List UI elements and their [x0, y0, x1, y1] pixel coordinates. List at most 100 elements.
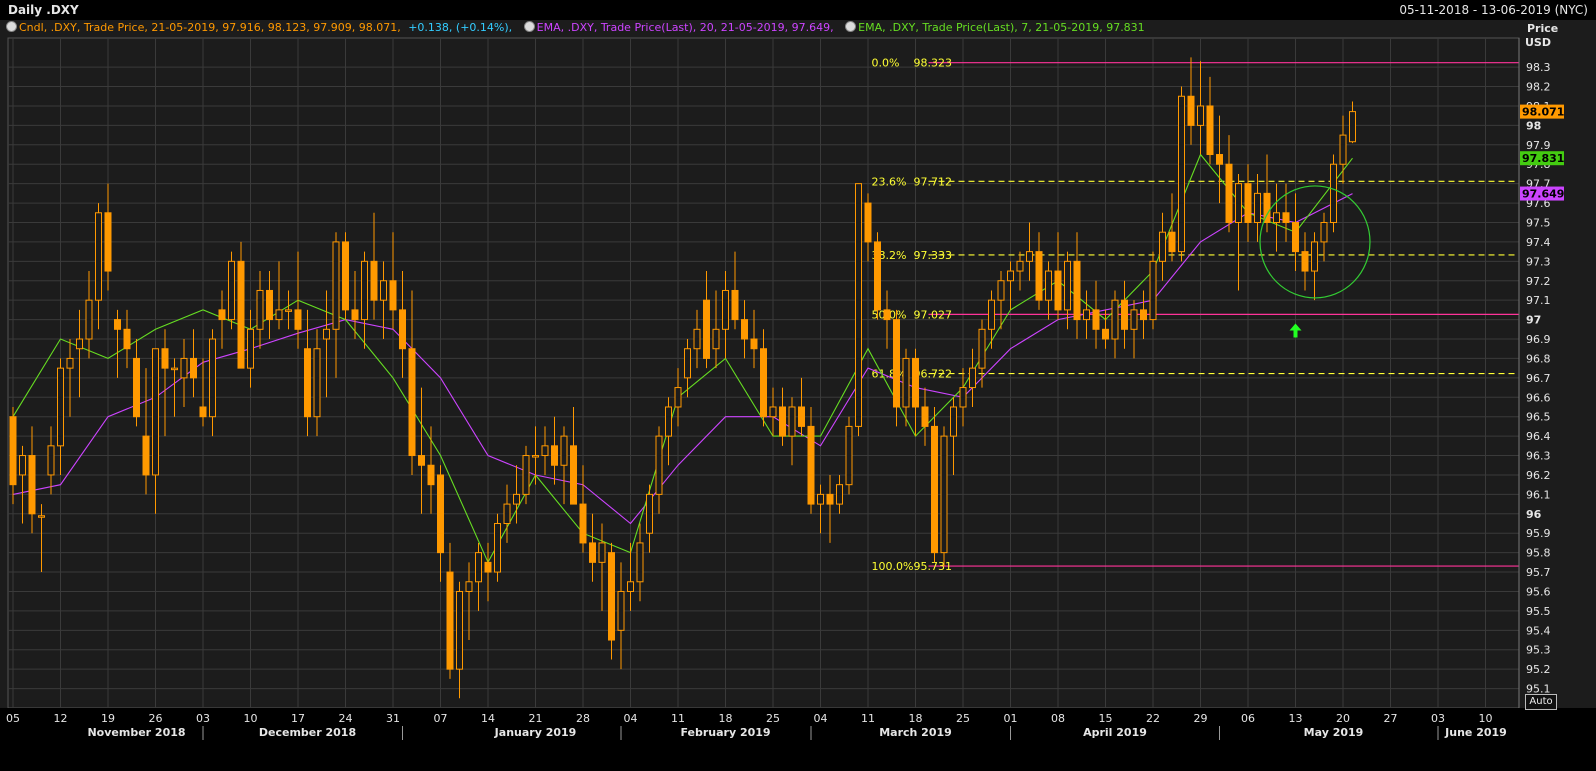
candle-body-down [1121, 299, 1128, 330]
candle-body-down [190, 357, 197, 379]
candle-body-up [684, 348, 691, 379]
x-tick-label: 24 [339, 712, 353, 725]
candle-body-up [494, 523, 501, 573]
candle-body-up [1320, 221, 1328, 243]
candle-body-down [418, 455, 425, 466]
candle-body-down [342, 241, 349, 311]
x-tick-label: 01 [1004, 712, 1018, 725]
candle [1330, 154, 1337, 233]
candle-body-down [826, 493, 834, 505]
candle-body-up [1083, 309, 1090, 321]
x-tick-label: 18 [719, 712, 733, 725]
candle-body-up [503, 503, 511, 525]
candle-body-up [617, 590, 625, 631]
y-tick-label: 97.4 [1526, 236, 1551, 249]
candle-body-up [655, 435, 663, 495]
candle-body-up [1064, 260, 1071, 311]
y-tick-label: 96.1 [1526, 488, 1551, 501]
candle-body-up [1311, 241, 1318, 272]
candle-body-up [456, 590, 463, 670]
fib-percent-label: 61.8% [872, 368, 907, 381]
candle-body-down [1187, 95, 1195, 126]
month-label: June 2019 [1444, 726, 1507, 739]
candle-body-up [1159, 231, 1166, 262]
candle-body-up [532, 455, 539, 458]
candle-body-up [228, 260, 235, 321]
candle-body-down [931, 425, 938, 554]
candle-body-up [969, 367, 976, 389]
candle-body-up [940, 435, 948, 554]
candle-body-down [874, 241, 881, 311]
x-tick-label: 25 [766, 712, 780, 725]
price-axis[interactable]: Price USD 95.195.295.395.495.595.695.795… [1518, 22, 1558, 708]
candle [1178, 86, 1185, 262]
candle-body-up [1016, 260, 1024, 272]
candle-body-up [959, 387, 967, 408]
x-tick-label: 19 [101, 712, 115, 725]
candle-body-up [361, 260, 368, 321]
fib-value-label: 97.333 [914, 249, 953, 262]
x-tick-label: 29 [1194, 712, 1208, 725]
candle-body-up [1111, 299, 1119, 340]
candle-body-down [864, 202, 872, 243]
month-label: April 2019 [1083, 726, 1147, 739]
candle-body-up [598, 542, 606, 563]
y-tick-label: 95.2 [1526, 663, 1551, 676]
candle-body-down [437, 474, 444, 554]
candle-body-up [988, 299, 995, 330]
candle-body-up [560, 435, 568, 466]
candle-body-up [1045, 270, 1052, 301]
x-tick-label: 15 [1099, 712, 1113, 725]
candle-body-down [133, 357, 140, 418]
candle-body-up [513, 493, 520, 505]
candle-body-up [1339, 134, 1347, 165]
x-tick-label: 26 [149, 712, 163, 725]
y-tick-label: 96.8 [1526, 352, 1551, 365]
candle-body-down [1282, 212, 1290, 223]
candle-body-up [66, 357, 74, 369]
candle-body-up [19, 455, 26, 476]
x-tick-label: 04 [814, 712, 828, 725]
fib-percent-label: 100.0% [872, 560, 914, 573]
time-axis[interactable]: 05 12 19 26 03 10 17 24 31 07 14 21 28 04 11 18 25 04 11 18… [0, 708, 1596, 771]
candle-body-down [608, 552, 615, 641]
price-chart[interactable]: 0.0%98.32323.6%97.71238.2%97.33350.0%97.… [0, 0, 1596, 771]
candle-body-down [741, 319, 748, 340]
y-tick-label: 97.1 [1526, 294, 1551, 307]
candle-body-down [1292, 221, 1299, 253]
candle-body-up [38, 515, 45, 518]
candle-body-down [798, 406, 805, 427]
candle-body-down [1073, 260, 1081, 321]
candle-body-down [446, 571, 454, 670]
candle-body-down [1301, 251, 1309, 272]
candle-body-down [779, 406, 786, 437]
month-label: January 2019 [494, 726, 577, 739]
candle-body-up [332, 241, 340, 330]
candle-body-up [1197, 105, 1204, 126]
candle [874, 232, 881, 320]
candle-body-up [1235, 183, 1242, 223]
candle-body-down [28, 455, 36, 515]
x-tick-label: 07 [434, 712, 448, 725]
time-axis-bg [0, 708, 1596, 771]
candle-body-down [199, 406, 207, 418]
candle-body-up [712, 328, 720, 350]
candle-body-down [893, 319, 900, 408]
month-label: May 2019 [1304, 726, 1364, 739]
candle-body-down [589, 542, 596, 563]
candle-body-up [256, 289, 264, 330]
x-tick-label: 22 [1146, 712, 1160, 725]
y-tick-label: 96.4 [1526, 430, 1551, 443]
x-tick-label: 31 [386, 712, 400, 725]
candle-body-down [1244, 183, 1252, 223]
candle-body-down [703, 299, 710, 359]
candle-body-up [902, 357, 910, 408]
y-tick-label: 96.7 [1526, 372, 1551, 385]
candle [228, 251, 235, 330]
candle [494, 513, 501, 582]
candle-body-down [750, 338, 758, 350]
y-tick-label: 97.2 [1526, 275, 1551, 288]
auto-scale-button[interactable]: Auto [1525, 694, 1557, 710]
candle-body-down [760, 348, 767, 418]
y-tick-label: 96.9 [1526, 333, 1551, 346]
